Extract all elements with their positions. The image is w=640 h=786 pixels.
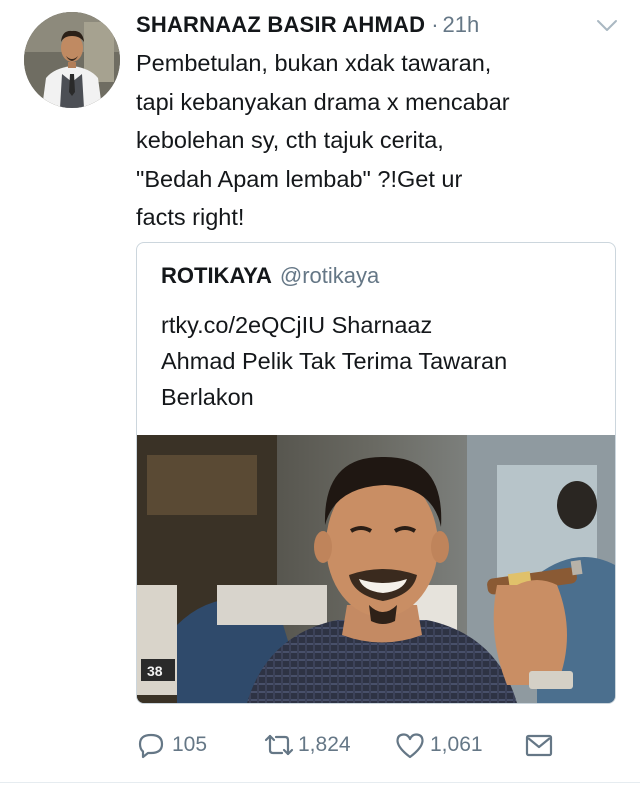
- tweet-divider: [0, 782, 640, 783]
- tweet-text-line: Pembetulan, bukan xdak tawaran,: [136, 50, 492, 76]
- tweet-text-line: facts right!: [136, 204, 245, 230]
- heart-icon: [394, 730, 426, 760]
- retweet-icon: [262, 730, 296, 760]
- timestamp[interactable]: 21h: [443, 12, 480, 38]
- tweet-text-line: "Bedah Apam lembab" ?!Get ur: [136, 165, 463, 192]
- author-name[interactable]: SHARNAAZ BASIR AHMAD: [136, 12, 425, 38]
- header-separator: ·: [431, 12, 439, 37]
- retweet-count: 1,824: [298, 733, 351, 756]
- tweet-text: Pembetulan, bukan xdak tawaran, tapi keb…: [136, 44, 620, 237]
- tweet-text-line: kebolehan sy, cth tajuk cerita,: [136, 127, 444, 153]
- quote-author-name: ROTIKAYA: [161, 263, 272, 288]
- quote-text-line[interactable]: rtky.co/2eQCjIU Sharnaaz: [161, 307, 601, 343]
- avatar[interactable]: [24, 12, 120, 108]
- chevron-down-icon[interactable]: [596, 18, 618, 34]
- retweet-button[interactable]: 1,824: [262, 728, 351, 762]
- quote-header: ROTIKAYA @rotikaya: [161, 263, 379, 289]
- tweet-text-line: tapi kebanyakan drama x mencabar: [136, 88, 510, 115]
- tweet-actions: 105 1,824 1,061: [136, 728, 616, 762]
- table-number: 38: [147, 663, 163, 679]
- like-count: 1,061: [430, 733, 483, 756]
- quote-text-line: Ahmad Pelik Tak Terima Tawaran: [161, 348, 508, 374]
- quote-author-handle: @rotikaya: [279, 263, 380, 288]
- direct-message-button[interactable]: [524, 728, 554, 762]
- quote-photo: 38: [137, 435, 615, 703]
- envelope-icon: [524, 730, 554, 760]
- quote-text-line: Berlakon: [161, 384, 254, 410]
- like-button[interactable]: 1,061: [394, 728, 483, 762]
- reply-icon: [136, 730, 166, 760]
- avatar-photo: [24, 12, 120, 108]
- tweet-header: SHARNAAZ BASIR AHMAD · 21h: [136, 10, 479, 40]
- reply-button[interactable]: 105: [136, 728, 207, 762]
- tweet[interactable]: SHARNAAZ BASIR AHMAD · 21h Pembetulan, b…: [0, 0, 640, 786]
- quote-text: rtky.co/2eQCjIU Sharnaaz Ahmad Pelik Tak…: [161, 307, 601, 415]
- reply-count: 105: [172, 733, 208, 756]
- quoted-tweet-card[interactable]: ROTIKAYA @rotikaya rtky.co/2eQCjIU Sharna…: [136, 242, 616, 704]
- quote-media-image[interactable]: 38: [137, 435, 615, 703]
